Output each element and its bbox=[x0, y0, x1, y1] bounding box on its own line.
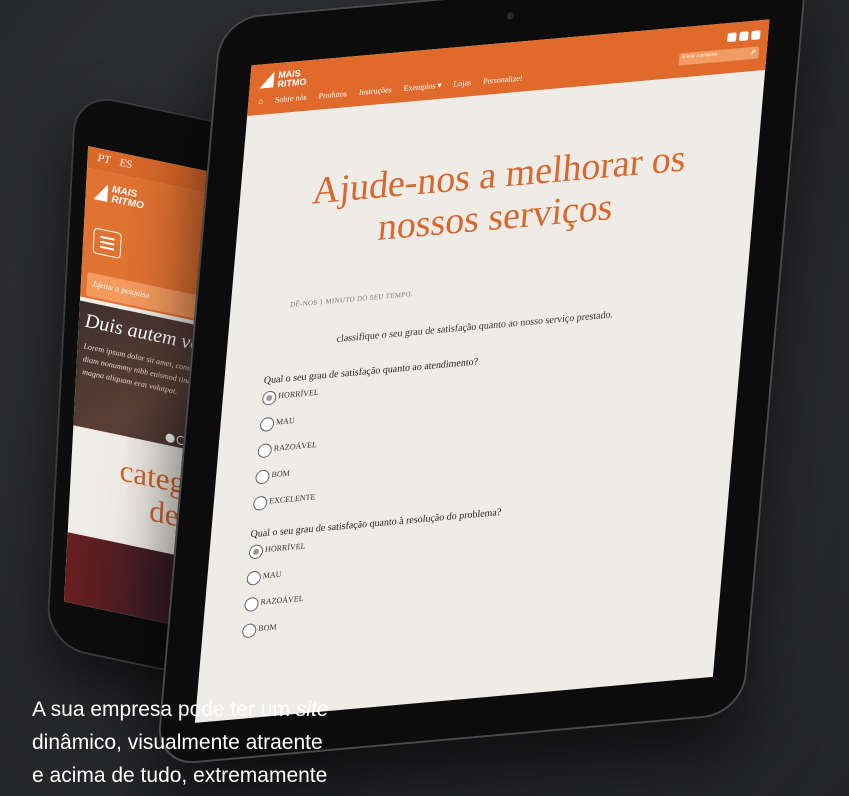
question-2: Qual o seu grau de satisfação quanto à r… bbox=[250, 506, 502, 541]
radio-option[interactable]: BOM bbox=[254, 469, 290, 485]
menu-item-sobre[interactable]: Sobre nós bbox=[275, 93, 307, 105]
logo-mark-icon bbox=[259, 71, 274, 88]
marketing-caption: A sua empresa pode ter um site dinâmico,… bbox=[32, 693, 412, 792]
question-1: Qual o seu grau de satisfação quanto ao … bbox=[263, 356, 479, 387]
camera-icon bbox=[506, 11, 515, 20]
menu-item-personalize[interactable]: Personalize! bbox=[483, 73, 523, 86]
caption-line1: A sua empresa pode ter um site bbox=[32, 698, 329, 721]
lang-es-link[interactable]: ES bbox=[119, 157, 132, 171]
tablet-search-placeholder: Efetue a pesquisa bbox=[681, 52, 718, 61]
phone-search-placeholder: Efetue a pesquisa bbox=[92, 279, 150, 301]
radio-button[interactable] bbox=[252, 495, 268, 511]
radio-option[interactable]: RAZOÁVEL bbox=[243, 594, 304, 613]
radio-label: RAZOÁVEL bbox=[273, 440, 318, 453]
facebook-icon[interactable] bbox=[727, 32, 737, 43]
radio-option[interactable]: BOM bbox=[241, 622, 277, 639]
page-intro: classifique o seu grau de satisfação qua… bbox=[336, 309, 614, 345]
radio-option[interactable]: MAU bbox=[259, 416, 295, 433]
radio-option[interactable]: RAZOÁVEL bbox=[257, 440, 317, 459]
radio-label: MAU bbox=[275, 415, 296, 427]
radio-button[interactable] bbox=[246, 570, 262, 586]
radio-label: HORRÍVEL bbox=[278, 387, 320, 401]
menu-item-exemplos[interactable]: Exemplos ▾ bbox=[403, 81, 442, 93]
logo-line2: RITMO bbox=[277, 76, 307, 90]
tablet-mockup: MAIS RITMO ⌂ Sobre nós Produtos Instruçõ… bbox=[155, 0, 808, 767]
phone-logo[interactable]: MAIS RITMO bbox=[93, 179, 154, 217]
lang-pt-link[interactable]: PT bbox=[97, 152, 110, 167]
menu-item-produtos[interactable]: Produtos bbox=[318, 89, 347, 101]
radio-button[interactable] bbox=[257, 442, 273, 459]
caption-line3: e acima de tudo, extremamente bbox=[32, 764, 328, 787]
tablet-screen: MAIS RITMO ⌂ Sobre nós Produtos Instruçõ… bbox=[194, 19, 770, 723]
search-icon[interactable]: ⌕ bbox=[751, 47, 756, 58]
radio-button[interactable] bbox=[243, 596, 260, 613]
radio-label: BOM bbox=[271, 468, 291, 480]
menu-item-lojas[interactable]: Lojas bbox=[453, 78, 471, 89]
menu-item-instrucoes[interactable]: Instruções bbox=[359, 85, 393, 97]
radio-label: RAZOÁVEL bbox=[260, 593, 304, 607]
carousel-dot[interactable] bbox=[165, 432, 175, 444]
logo-mark-icon bbox=[93, 181, 108, 202]
radio-option[interactable]: EXCELENTE bbox=[252, 492, 316, 511]
radio-option[interactable]: MAU bbox=[246, 570, 282, 586]
radio-button[interactable] bbox=[259, 416, 275, 433]
radio-button[interactable] bbox=[261, 390, 277, 406]
radio-option[interactable]: HORRÍVEL bbox=[261, 388, 319, 406]
radio-button[interactable] bbox=[241, 623, 257, 639]
radio-label: HORRÍVEL bbox=[264, 541, 306, 555]
page-subtitle: DÊ-NOS 1 MINUTO DO SEU TEMPO. bbox=[289, 289, 414, 309]
radio-button[interactable] bbox=[248, 544, 264, 560]
radio-label: BOM bbox=[257, 622, 277, 633]
linkedin-icon[interactable] bbox=[750, 30, 761, 41]
caption-line2: dinâmico, visualmente atraente bbox=[32, 731, 323, 754]
hamburger-menu-icon[interactable] bbox=[92, 227, 122, 259]
tablet-logo[interactable]: MAIS RITMO bbox=[259, 64, 331, 92]
radio-label: EXCELENTE bbox=[268, 492, 316, 506]
home-icon[interactable]: ⌂ bbox=[258, 96, 264, 106]
tablet-search-input[interactable]: Efetue a pesquisa ⌕ bbox=[678, 46, 760, 66]
radio-button[interactable] bbox=[254, 469, 271, 485]
social-icons bbox=[724, 26, 761, 43]
radio-option[interactable]: HORRÍVEL bbox=[248, 541, 306, 560]
tablet-navbar: MAIS RITMO ⌂ Sobre nós Produtos Instruçõ… bbox=[247, 19, 770, 116]
page-title: Ajude-nos a melhorar os nossos serviços bbox=[310, 137, 688, 250]
vimeo-icon[interactable] bbox=[738, 31, 749, 42]
radio-label: MAU bbox=[262, 569, 282, 581]
